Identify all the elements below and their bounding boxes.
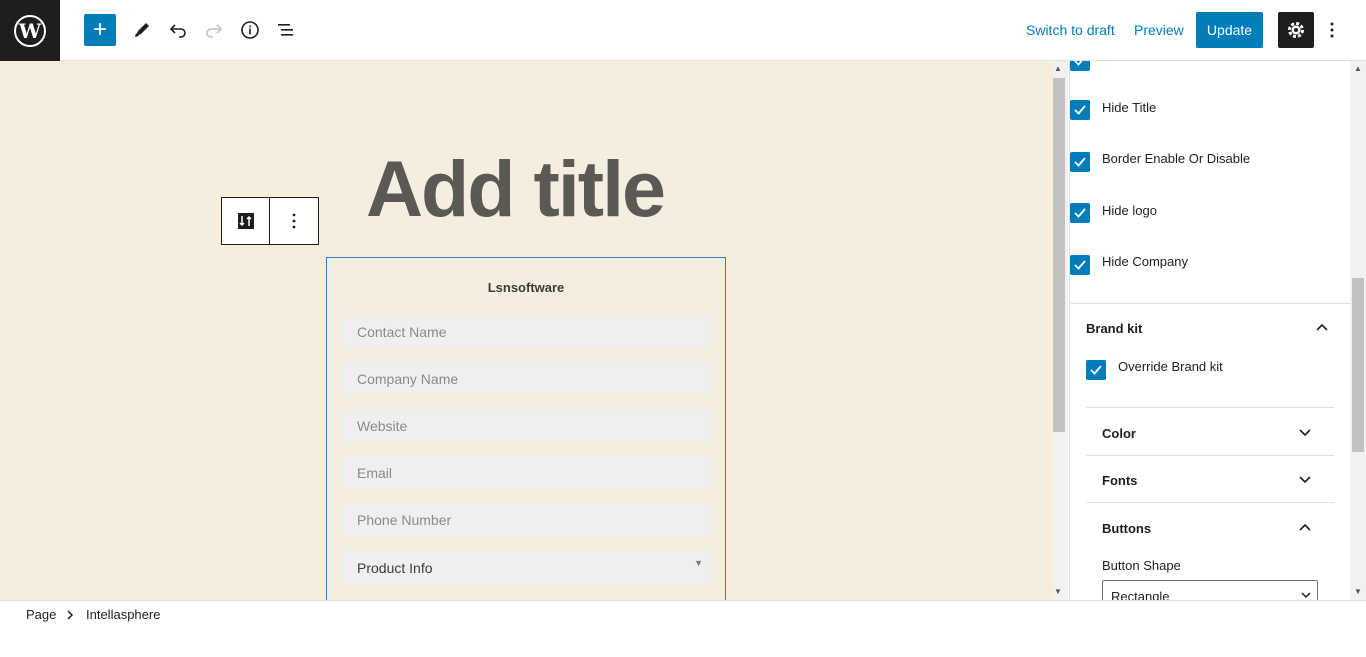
hide-title-label: Hide Title xyxy=(1102,100,1157,115)
redo-button[interactable] xyxy=(198,14,230,46)
checkmark-icon xyxy=(1090,365,1102,375)
panel-divider xyxy=(1070,303,1350,304)
undo-icon xyxy=(169,24,186,38)
block-toolbar xyxy=(221,197,319,245)
border-toggle-checkbox[interactable] xyxy=(1070,152,1090,172)
form-heading: Lsnsoftware xyxy=(487,280,565,295)
section-divider xyxy=(1086,455,1334,456)
buttons-section-toggle[interactable]: Buttons xyxy=(1102,521,1151,536)
email-field[interactable]: Email xyxy=(342,456,711,489)
partial-checkbox[interactable] xyxy=(1070,61,1090,71)
preview-link[interactable]: Preview xyxy=(1134,22,1184,38)
add-block-button[interactable]: + xyxy=(84,14,116,46)
section-divider xyxy=(1086,407,1334,408)
list-view-icon xyxy=(278,24,293,36)
chevron-right-icon xyxy=(67,610,74,620)
override-brand-kit-label: Override Brand kit xyxy=(1118,359,1223,374)
border-toggle-label: Border Enable Or Disable xyxy=(1102,151,1251,166)
checkmark-icon xyxy=(1074,260,1086,270)
canvas-scrollbar-thumb[interactable] xyxy=(1053,78,1065,432)
post-title-input[interactable]: Add title xyxy=(366,143,666,235)
chevron-down-icon[interactable] xyxy=(1297,425,1313,441)
phone-number-field[interactable]: Phone Number xyxy=(342,503,711,536)
list-view-button[interactable] xyxy=(270,14,302,46)
breadcrumb-block[interactable]: Intellasphere xyxy=(86,607,160,622)
product-info-value: Product Info xyxy=(357,559,433,576)
button-shape-value: Rectangle xyxy=(1111,589,1170,600)
update-button[interactable]: Update xyxy=(1196,12,1263,48)
checkmark-icon xyxy=(1074,105,1086,115)
button-shape-label: Button Shape xyxy=(1102,558,1181,573)
product-info-select[interactable]: Product Info ▼ xyxy=(342,550,711,585)
wordpress-logo-icon[interactable]: W xyxy=(0,0,60,61)
scroll-up-arrow-icon[interactable]: ▲ xyxy=(1354,64,1362,73)
checkmark-icon xyxy=(1074,61,1083,66)
settings-button[interactable] xyxy=(1278,12,1314,48)
redo-icon xyxy=(206,24,223,38)
undo-button[interactable] xyxy=(162,14,194,46)
info-icon xyxy=(241,21,259,39)
hide-company-checkbox[interactable] xyxy=(1070,255,1090,275)
override-brand-kit-checkbox[interactable] xyxy=(1086,360,1106,380)
contact-name-field[interactable]: Contact Name xyxy=(342,315,711,348)
hide-title-checkbox[interactable] xyxy=(1070,100,1090,120)
editor-canvas: Add title Lsnsoftware Contact Name Compa… xyxy=(0,61,1053,600)
gear-icon xyxy=(1288,22,1304,38)
scroll-down-arrow-icon[interactable]: ▼ xyxy=(1354,587,1362,596)
breadcrumb-page[interactable]: Page xyxy=(26,607,56,622)
canvas-scrollbar[interactable]: ▲ ▼ xyxy=(1053,61,1068,600)
block-options-button[interactable] xyxy=(270,198,318,244)
brand-kit-panel-toggle[interactable]: Brand kit xyxy=(1086,321,1142,336)
chevron-down-icon[interactable] xyxy=(1297,472,1313,488)
switch-to-draft-link[interactable]: Switch to draft xyxy=(1026,22,1115,38)
block-breadcrumb-bar: Page Intellasphere xyxy=(0,600,1366,657)
vertical-ellipsis-icon xyxy=(1330,22,1334,38)
vertical-ellipsis-icon xyxy=(292,213,296,229)
company-name-field[interactable]: Company Name xyxy=(342,362,711,395)
hide-logo-checkbox[interactable] xyxy=(1070,203,1090,223)
contact-form-block[interactable]: Lsnsoftware Contact Name Company Name We… xyxy=(326,257,726,600)
hide-logo-label: Hide logo xyxy=(1102,203,1157,218)
button-shape-select[interactable]: Rectangle xyxy=(1102,580,1318,600)
settings-sidebar: Hide Title Border Enable Or Disable Hide… xyxy=(1069,61,1350,600)
scroll-down-arrow-icon[interactable]: ▼ xyxy=(1054,587,1062,596)
checkmark-icon xyxy=(1074,208,1086,218)
dropdown-arrow-icon: ▼ xyxy=(694,558,703,568)
website-field[interactable]: Website xyxy=(342,409,711,442)
fonts-section-toggle[interactable]: Fonts xyxy=(1102,473,1137,488)
section-divider xyxy=(1086,502,1334,503)
options-menu-button[interactable] xyxy=(1320,14,1344,46)
pencil-icon xyxy=(135,23,149,37)
edit-tool-button[interactable] xyxy=(126,14,158,46)
sidebar-scrollbar-thumb[interactable] xyxy=(1352,278,1364,452)
hide-company-label: Hide Company xyxy=(1102,254,1188,269)
details-button[interactable] xyxy=(234,14,266,46)
chevron-up-icon[interactable] xyxy=(1314,319,1330,335)
chevron-up-icon[interactable] xyxy=(1297,519,1313,535)
block-icon xyxy=(237,213,254,229)
color-section-toggle[interactable]: Color xyxy=(1102,426,1136,441)
sidebar-scrollbar[interactable]: ▲ ▼ xyxy=(1350,61,1366,600)
svg-text:W: W xyxy=(18,19,42,43)
scroll-up-arrow-icon[interactable]: ▲ xyxy=(1054,64,1062,73)
chevron-down-icon xyxy=(1301,592,1311,599)
block-type-button[interactable] xyxy=(222,198,270,244)
plus-icon: + xyxy=(92,16,107,43)
editor-header: W + Switch to draft Preview Update xyxy=(0,0,1366,61)
checkmark-icon xyxy=(1074,157,1086,167)
